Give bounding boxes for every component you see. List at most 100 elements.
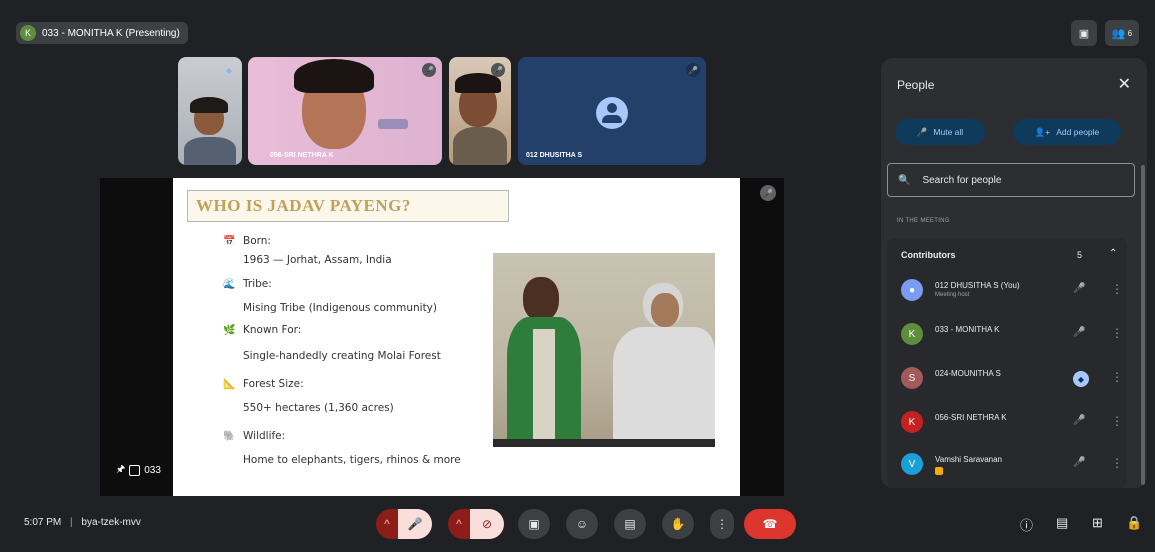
participant-name: 033 - MONITHA K [935, 325, 1000, 334]
avatar: S [901, 367, 923, 389]
meeting-code[interactable]: bya-tzek-mvv [81, 517, 140, 528]
participant-name: 012 DHUSITHA S [526, 152, 583, 159]
avatar: ● [901, 279, 923, 301]
wave-icon: 🌊 [223, 279, 236, 290]
leaf-icon: 🌿 [223, 325, 236, 336]
people-count-icon[interactable]: 👥 6 [1105, 20, 1139, 46]
more-options-icon[interactable]: ⋮ [1111, 456, 1123, 470]
contributors-count: 5 [1077, 250, 1083, 260]
end-call-icon: ☎ [762, 517, 778, 531]
participant-role: Meeting host [935, 292, 970, 298]
hand-raised-icon [935, 467, 943, 475]
slide-item-value: Mising Tribe (Indigenous community) [243, 302, 437, 314]
mic-off-icon[interactable]: 🎤 [1073, 457, 1085, 468]
emoji-icon: ☺ [575, 517, 589, 531]
panel-title: People [897, 78, 935, 92]
participant-row[interactable]: K 056-SRI NETHRA K 🎤 ⋮ [901, 408, 1131, 438]
slide-item-value: 550+ hectares (1,360 acres) [243, 402, 394, 414]
participant-name: 024-MOUNITHA S [935, 369, 1001, 378]
speaking-indicator-icon: ◆ [225, 65, 233, 75]
raise-hand-button[interactable]: ✋ [662, 509, 694, 539]
mic-off-icon: 🎤 [422, 63, 436, 77]
participant-row[interactable]: V Vamshi Saravanan 🎤 ⋮ [901, 450, 1131, 480]
slide-item-value: Home to elephants, tigers, rhinos & more [243, 454, 461, 466]
slide-title: WHO IS JADAV PAYENG? [187, 190, 509, 222]
section-label: IN THE MEETING [897, 218, 950, 224]
mic-off-icon[interactable]: 🎤 [1073, 415, 1085, 426]
close-icon[interactable]: ✕ [1118, 74, 1131, 94]
presentation-slide: WHO IS JADAV PAYENG? 📅 Born: 1963 — Jorha… [173, 178, 740, 496]
pin-icon[interactable]: 🖈 [116, 462, 125, 479]
participant-tile-2[interactable]: 🎤 056-SRI NETHRA K [248, 57, 442, 165]
chevron-up-icon[interactable]: ⌃ [1109, 248, 1117, 259]
info-icon[interactable]: ⓘ [1020, 515, 1033, 534]
more-options-icon[interactable]: ⋮ [1111, 370, 1123, 384]
avatar-placeholder-icon [596, 97, 628, 129]
participant-name: 056-SRI NETHRA K [270, 152, 334, 159]
mic-toggle-button[interactable]: 🎤 [398, 509, 432, 539]
more-options-icon[interactable]: ⋮ [1111, 282, 1123, 296]
present-button[interactable]: ▤ [614, 509, 646, 539]
participant-row[interactable]: K 033 - MONITHA K 🎤 ⋮ [901, 320, 1131, 350]
speaking-indicator-icon: ◆ [1073, 371, 1089, 387]
camera-toggle-button[interactable]: ⊘ [470, 509, 504, 539]
mic-off-icon: 🎤 [760, 185, 776, 201]
more-options-icon: ⋮ [716, 517, 728, 531]
video-options-button[interactable]: ^ [448, 509, 470, 539]
top-bar: K 033 - MONITHA K (Presenting) ▣ 👥 6 [0, 18, 1155, 48]
more-options-icon[interactable]: ⋮ [1111, 414, 1123, 428]
elephant-icon: 🐘 [223, 431, 236, 442]
avatar: V [901, 453, 923, 475]
host-controls-icon[interactable]: 🔒 [1126, 515, 1142, 531]
meeting-info: 5:07 PM | bya-tzek-mvv [24, 517, 141, 528]
contributors-label[interactable]: Contributors [901, 250, 956, 260]
participant-row[interactable]: ● 012 DHUSITHA S (You) Meeting host 🎤 ⋮ [901, 276, 1131, 306]
mic-off-icon[interactable]: 🎤 [1073, 327, 1085, 338]
presenter-avatar: K [20, 25, 36, 41]
participant-name: 012 DHUSITHA S (You) [935, 281, 1020, 290]
participant-row[interactable]: S 024-MOUNITHA S ◆ ⋮ [901, 364, 1131, 394]
more-options-button[interactable]: ⋮ [710, 509, 734, 539]
participant-name: Vamshi Saravanan [935, 455, 1002, 464]
present-screen-icon: ▤ [624, 517, 636, 531]
participant-tile-1[interactable]: ◆ [178, 57, 242, 165]
contributors-group: Contributors 5 ⌃ ● 012 DHUSITHA S (You) … [887, 238, 1127, 488]
presenter-chip[interactable]: K 033 - MONITHA K (Presenting) [16, 22, 188, 44]
mic-off-icon[interactable]: 🎤 [1073, 283, 1085, 294]
slide-item-label: 📅 Born: [223, 235, 271, 247]
participant-tile-4[interactable]: 🎤 012 DHUSITHA S [518, 57, 706, 165]
participant-tile-3[interactable]: 🎤 [449, 57, 511, 165]
slide-item-value: 1963 — Jorhat, Assam, India [243, 254, 392, 266]
slide-item-label: 🐘 Wildlife: [223, 430, 286, 442]
slide-photo [493, 253, 715, 447]
ruler-icon: 📐 [223, 379, 236, 390]
panel-scrollbar[interactable] [1141, 165, 1145, 485]
captions-button[interactable]: ▣ [518, 509, 550, 539]
more-options-icon[interactable]: ⋮ [1111, 326, 1123, 340]
present-screen-icon[interactable]: ▣ [1071, 20, 1097, 46]
add-people-button[interactable]: 👤+ Add people [1013, 119, 1121, 145]
emoji-button[interactable]: ☺ [566, 509, 598, 539]
search-icon: 🔍 [898, 174, 911, 186]
mic-off-icon: 🎤 [916, 126, 928, 137]
mute-all-button[interactable]: 🎤 Mute all [895, 119, 985, 145]
slide-item-value: Single-handedly creating Molai Forest [243, 350, 441, 362]
leave-call-button[interactable]: ☎ [744, 509, 796, 539]
avatar: K [901, 323, 923, 345]
mic-off-icon: 🎤 [686, 63, 700, 77]
slide-item-label: 🌊 Tribe: [223, 278, 272, 290]
slide-item-label: 📐 Forest Size: [223, 378, 304, 390]
add-person-icon: 👤+ [1034, 126, 1051, 137]
chat-icon[interactable]: ▤ [1056, 515, 1068, 531]
hand-icon: ✋ [670, 517, 686, 531]
avatar: K [901, 411, 923, 433]
screen-share-icon [129, 465, 141, 476]
clock-time: 5:07 PM [24, 517, 62, 528]
activities-icon[interactable]: ⊞ [1092, 515, 1103, 531]
presenter-tile-label: 🖈 033 [116, 462, 161, 479]
search-people-field[interactable]: 🔍 Search for people [887, 163, 1135, 197]
audio-options-button[interactable]: ^ [376, 509, 398, 539]
people-panel: People ✕ 🎤 Mute all 👤+ Add people 🔍 Sear… [881, 58, 1147, 488]
mic-off-icon: 🎤 [491, 63, 505, 77]
mic-off-icon: 🎤 [407, 517, 423, 531]
